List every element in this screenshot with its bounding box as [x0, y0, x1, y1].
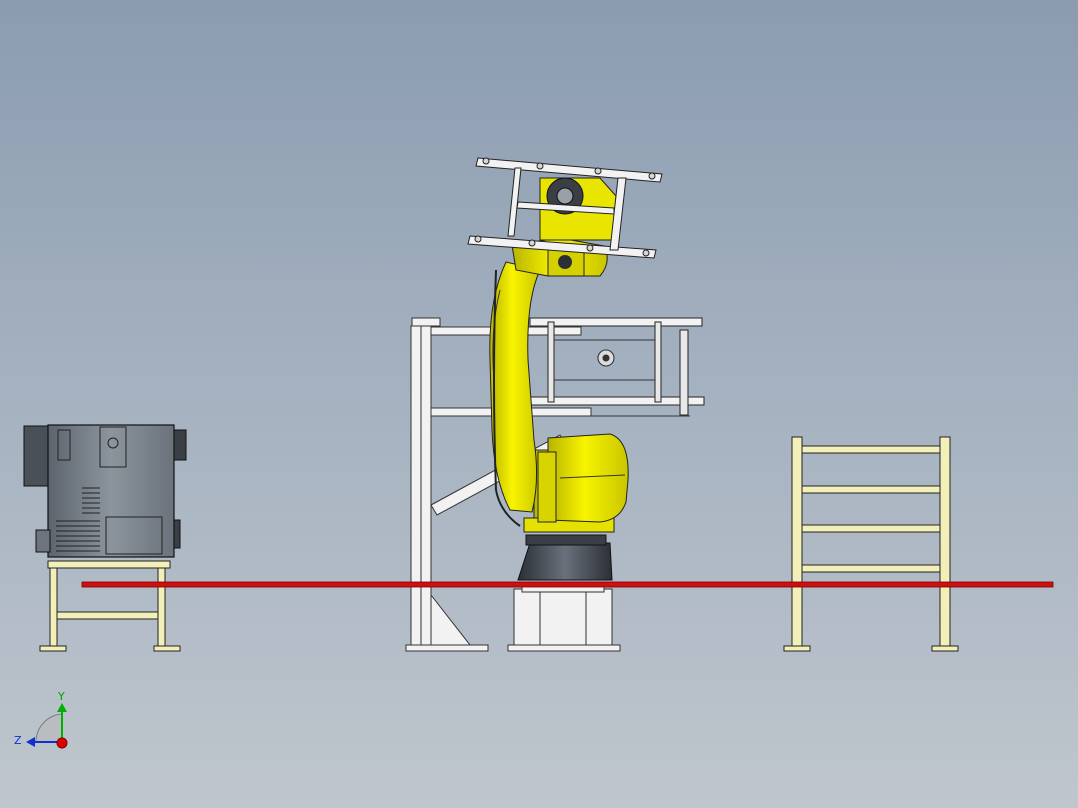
pallet-frame[interactable] — [523, 317, 705, 417]
cad-viewport[interactable]: Y Z — [0, 0, 1078, 808]
gripper-frame[interactable] — [467, 157, 663, 259]
cad-scene[interactable]: Y Z — [0, 0, 1078, 808]
controller-cabinet[interactable] — [23, 424, 187, 558]
z-axis-label: Z — [14, 734, 22, 747]
y-axis-label: Y — [57, 690, 65, 703]
cabinet-stand — [39, 560, 181, 652]
industrial-robot[interactable] — [489, 177, 629, 581]
safety-fence[interactable] — [783, 436, 959, 652]
coordinate-triad-icon: Y Z — [14, 690, 68, 749]
red-rail — [81, 581, 1054, 588]
